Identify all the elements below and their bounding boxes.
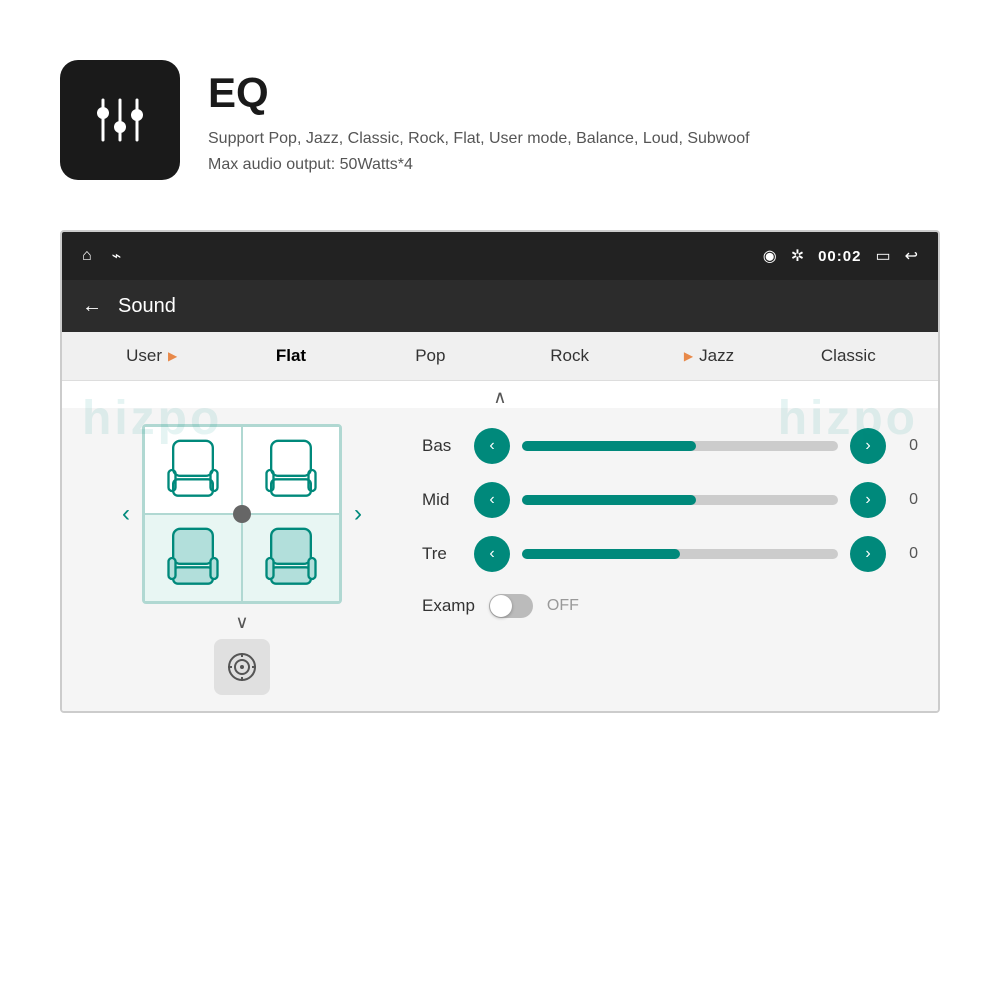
page-wrapper: EQ Support Pop, Jazz, Classic, Rock, Fla… — [0, 0, 1000, 1000]
status-time: 00:02 — [818, 248, 861, 265]
seat-rear-right[interactable] — [242, 514, 340, 602]
modes-and-content: User ▶ Flat Pop Rock ▶ Jazz Classic — [62, 332, 938, 711]
tre-value: 0 — [898, 545, 918, 563]
chevron-up-container: ∧ — [62, 381, 938, 408]
eq-mode-pop-label: Pop — [415, 346, 445, 366]
battery-icon: ▭ — [875, 246, 890, 266]
user-arrow-icon: ▶ — [168, 349, 177, 363]
eq-header-section: EQ Support Pop, Jazz, Classic, Rock, Fla… — [60, 60, 940, 180]
seat-front-right[interactable] — [242, 426, 340, 514]
examp-label: Examp — [422, 596, 475, 616]
speaker-section: ‹ — [82, 424, 402, 695]
eq-mode-jazz[interactable]: ▶ Jazz — [639, 346, 778, 366]
eq-mode-jazz-label: Jazz — [699, 346, 734, 366]
back-icon[interactable]: ↩ — [905, 246, 918, 266]
mid-slider-row: Mid ‹ › 0 — [422, 482, 918, 518]
mid-fill — [522, 495, 696, 505]
eq-mode-classic-label: Classic — [821, 346, 876, 366]
examp-state: OFF — [547, 597, 579, 615]
seat-rear-left-icon — [163, 523, 223, 593]
mid-value: 0 — [898, 491, 918, 509]
eq-description: Support Pop, Jazz, Classic, Rock, Flat, … — [208, 126, 750, 177]
chevron-down-icon[interactable]: ∨ — [235, 612, 248, 633]
bas-fill — [522, 441, 696, 451]
eq-icon-box — [60, 60, 180, 180]
examp-toggle[interactable] — [489, 594, 533, 618]
bas-value: 0 — [898, 437, 918, 455]
status-bar: ⌂ ⌁ ◉ ✲ 00:02 ▭ ↩ — [62, 232, 938, 280]
eq-mode-flat-label: Flat — [276, 346, 306, 366]
seat-front-left-icon — [163, 435, 223, 505]
home-icon: ⌂ — [82, 247, 92, 265]
eq-title: EQ — [208, 70, 750, 116]
speaker-nav: ‹ — [122, 424, 362, 604]
mid-increase-btn[interactable]: › — [850, 482, 886, 518]
toggle-knob — [490, 595, 512, 617]
status-left: ⌂ ⌁ — [82, 246, 121, 266]
tre-fill — [522, 549, 680, 559]
chevron-up-icon[interactable]: ∧ — [493, 387, 506, 408]
mid-label: Mid — [422, 490, 462, 510]
tre-track[interactable] — [522, 549, 838, 559]
bas-decrease-btn[interactable]: ‹ — [474, 428, 510, 464]
eq-modes-row: User ▶ Flat Pop Rock ▶ Jazz Classic — [62, 332, 938, 381]
seat-rear-left[interactable] — [144, 514, 242, 602]
eq-description-line1: Support Pop, Jazz, Classic, Rock, Flat, … — [208, 126, 750, 152]
mid-track[interactable] — [522, 495, 838, 505]
status-right: ◉ ✲ 00:02 ▭ ↩ — [763, 246, 918, 266]
back-button[interactable]: ← — [82, 295, 102, 318]
eq-description-line2: Max audio output: 50Watts*4 — [208, 152, 750, 178]
tre-increase-btn[interactable]: › — [850, 536, 886, 572]
tre-label: Tre — [422, 544, 462, 564]
tre-decrease-btn[interactable]: ‹ — [474, 536, 510, 572]
eq-mode-flat[interactable]: Flat — [221, 346, 360, 366]
seat-rear-right-icon — [261, 523, 321, 593]
eq-mode-user[interactable]: User ▶ — [82, 346, 221, 366]
eq-text: EQ Support Pop, Jazz, Classic, Rock, Fla… — [208, 60, 750, 177]
usb-icon: ⌁ — [112, 246, 122, 266]
eq-mode-user-label: User — [126, 346, 162, 366]
jazz-arrow-icon: ▶ — [684, 349, 693, 363]
sound-header-bar: ← Sound — [62, 280, 938, 332]
target-icon — [226, 651, 258, 683]
eq-mode-rock[interactable]: Rock — [500, 346, 639, 366]
mid-decrease-btn[interactable]: ‹ — [474, 482, 510, 518]
seat-front-left[interactable] — [144, 426, 242, 514]
bas-increase-btn[interactable]: › — [850, 428, 886, 464]
equalizer-icon — [85, 85, 155, 155]
eq-mode-pop[interactable]: Pop — [361, 346, 500, 366]
speaker-left-arrow[interactable]: ‹ — [122, 500, 130, 528]
target-button[interactable] — [214, 639, 270, 695]
speaker-controls: ∨ — [214, 612, 270, 695]
location-icon: ◉ — [763, 246, 777, 266]
bluetooth-icon: ✲ — [791, 246, 804, 266]
sound-title: Sound — [118, 295, 176, 318]
device-screen: ⌂ ⌁ ◉ ✲ 00:02 ▭ ↩ ← Sound User ▶ — [60, 230, 940, 713]
seat-front-right-icon — [261, 435, 321, 505]
center-dot — [233, 505, 251, 523]
bottom-section: ‹ — [62, 408, 938, 711]
bas-track[interactable] — [522, 441, 838, 451]
bas-label: Bas — [422, 436, 462, 456]
bas-slider-row: Bas ‹ › 0 — [422, 428, 918, 464]
speaker-grid — [142, 424, 342, 604]
examp-row: Examp OFF — [422, 594, 918, 618]
eq-mode-rock-label: Rock — [550, 346, 589, 366]
tre-slider-row: Tre ‹ › 0 — [422, 536, 918, 572]
eq-sliders-section: Bas ‹ › 0 Mid ‹ — [422, 424, 918, 695]
eq-mode-classic[interactable]: Classic — [779, 346, 918, 366]
speaker-right-arrow[interactable]: › — [354, 500, 362, 528]
